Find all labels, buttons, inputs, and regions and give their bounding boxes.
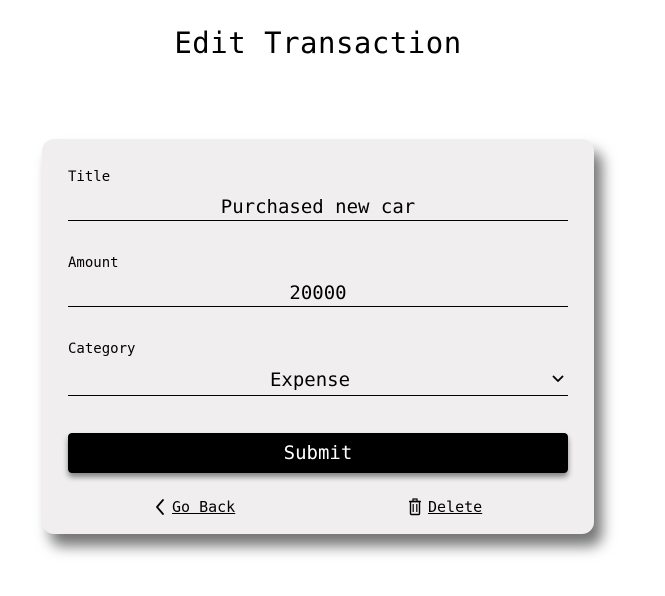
category-select[interactable]: Expense <box>68 365 568 396</box>
title-input[interactable] <box>68 194 568 221</box>
category-label: Category <box>68 341 136 357</box>
submit-button[interactable]: Submit <box>68 433 568 473</box>
category-field: Category Expense <box>68 341 568 396</box>
delete-label: Delete <box>428 498 483 516</box>
chevron-down-icon <box>552 375 564 382</box>
delete-link[interactable]: Delete <box>408 498 482 516</box>
title-label: Title <box>68 169 111 185</box>
page-title: Edit Transaction <box>174 26 462 60</box>
edit-transaction-card: Title Amount Category Expense Submit Go … <box>42 139 594 534</box>
amount-input[interactable] <box>68 280 568 307</box>
amount-field: Amount <box>68 255 568 307</box>
chevron-left-icon <box>156 499 164 515</box>
category-selected-value: Expense <box>269 369 351 391</box>
title-field: Title <box>68 169 568 221</box>
go-back-link[interactable]: Go Back <box>154 498 235 516</box>
amount-label: Amount <box>68 255 119 271</box>
trash-icon <box>409 498 421 516</box>
go-back-label: Go Back <box>172 498 236 516</box>
